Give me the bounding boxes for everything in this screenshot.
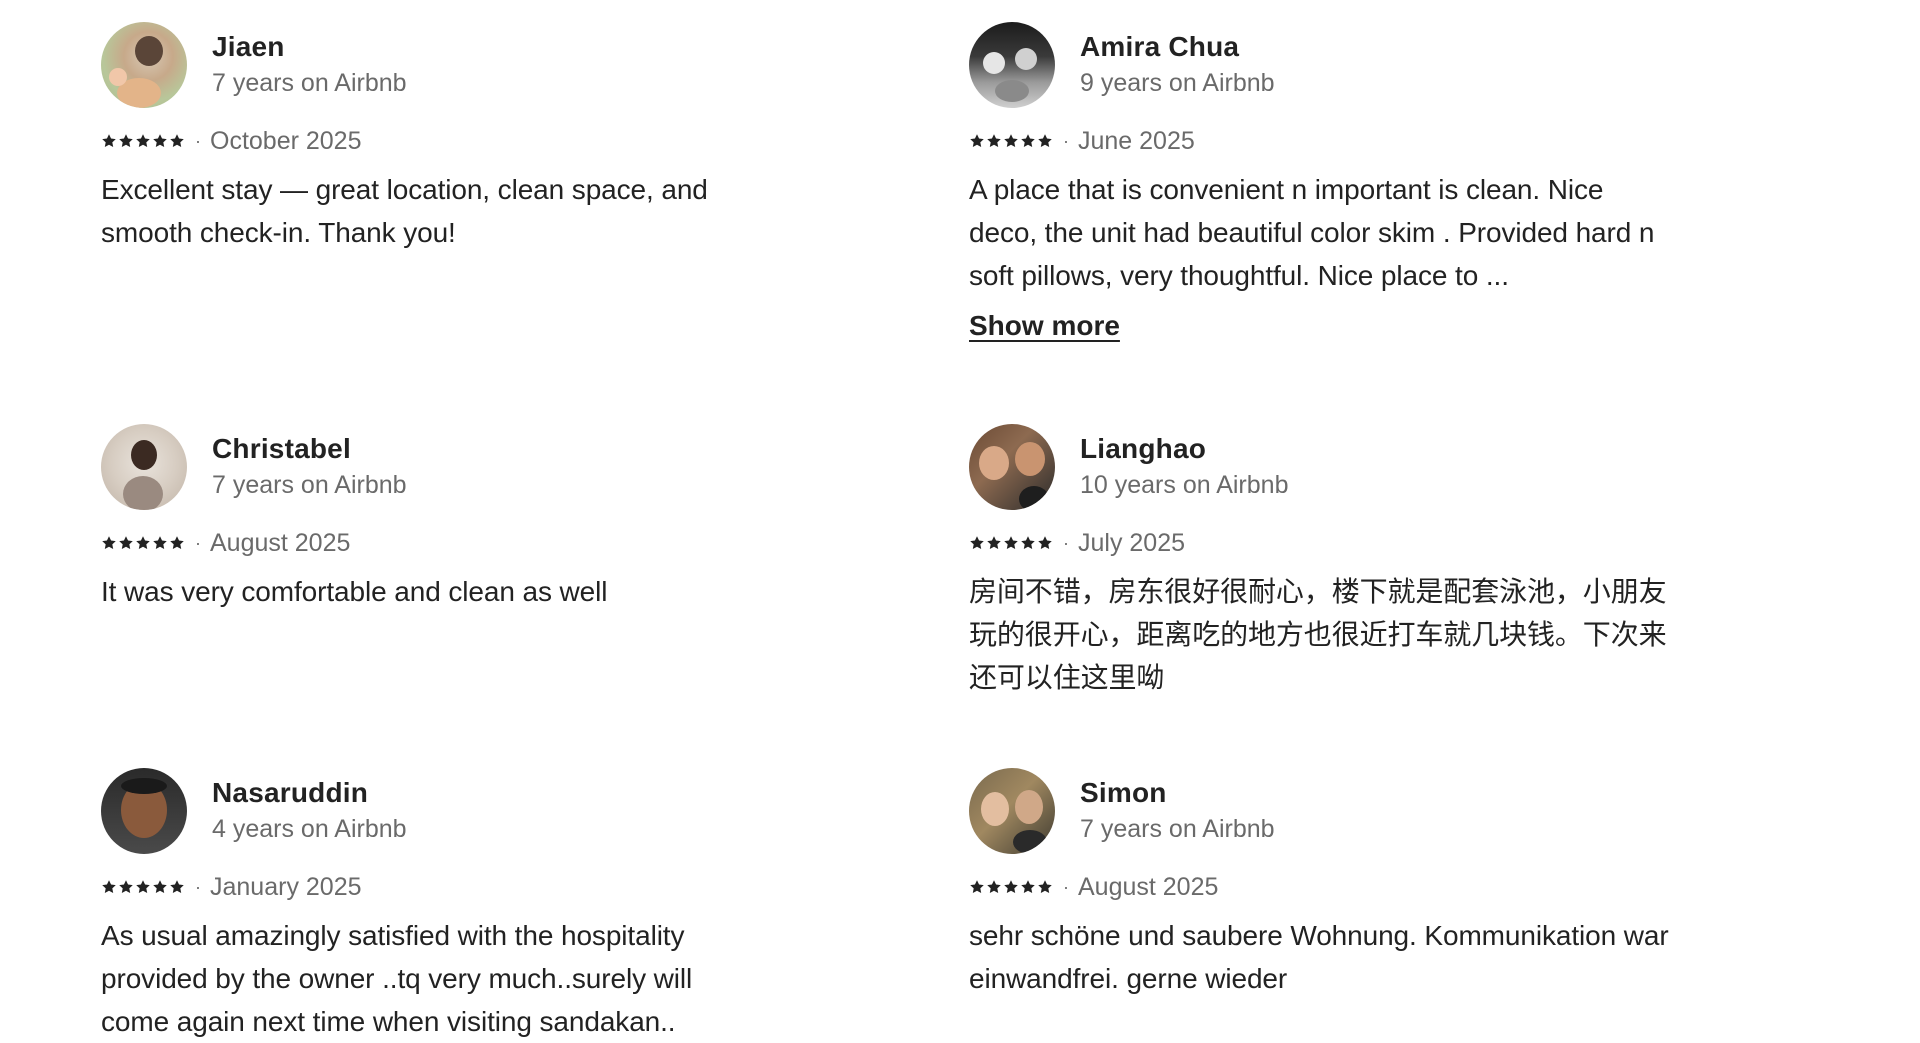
review-header: Christabel 7 years on Airbnb <box>101 424 801 510</box>
avatar[interactable] <box>969 424 1055 510</box>
separator-dot: · <box>195 876 201 897</box>
star-icon <box>1021 134 1035 148</box>
review-date: August 2025 <box>210 528 351 557</box>
review-meta: · July 2025 <box>969 528 1669 558</box>
show-more-button[interactable]: Show more <box>969 310 1120 342</box>
rating-stars <box>101 535 185 551</box>
reviewer-name[interactable]: Jiaen <box>212 30 407 64</box>
star-icon <box>119 536 133 550</box>
star-icon <box>102 134 116 148</box>
star-icon <box>970 536 984 550</box>
reviewer-tenure: 7 years on Airbnb <box>1080 815 1275 843</box>
star-icon <box>102 880 116 894</box>
reviewer-tenure: 7 years on Airbnb <box>212 471 407 499</box>
review-meta: · October 2025 <box>101 126 801 156</box>
review-card: Nasaruddin 4 years on Airbnb · January 2… <box>101 768 801 1043</box>
reviewer-name[interactable]: Simon <box>1080 776 1275 810</box>
star-icon <box>153 880 167 894</box>
reviewer-tenure: 9 years on Airbnb <box>1080 69 1275 97</box>
avatar[interactable] <box>969 768 1055 854</box>
star-icon <box>1038 880 1052 894</box>
rating-stars <box>969 133 1053 149</box>
star-icon <box>987 880 1001 894</box>
reviewer-info: Simon 7 years on Airbnb <box>1080 776 1275 846</box>
star-icon <box>170 880 184 894</box>
review-text: As usual amazingly satisfied with the ho… <box>101 920 693 1037</box>
star-icon <box>170 134 184 148</box>
star-icon <box>102 536 116 550</box>
review-header: Simon 7 years on Airbnb <box>969 768 1669 854</box>
rating-stars <box>101 879 185 895</box>
star-icon <box>170 536 184 550</box>
review-text: It was very comfortable and clean as wel… <box>101 576 608 607</box>
review-header: Jiaen 7 years on Airbnb <box>101 22 801 108</box>
review-card: Christabel 7 years on Airbnb · August 20… <box>101 424 801 613</box>
reviewer-info: Christabel 7 years on Airbnb <box>212 432 407 502</box>
review-card: Jiaen 7 years on Airbnb · October 2025 E… <box>101 22 801 254</box>
review-header: Amira Chua 9 years on Airbnb <box>969 22 1669 108</box>
reviewer-tenure: 10 years on Airbnb <box>1080 471 1289 499</box>
separator-dot: · <box>195 130 201 151</box>
star-icon <box>153 536 167 550</box>
reviewer-name[interactable]: Nasaruddin <box>212 776 407 810</box>
star-icon <box>970 880 984 894</box>
star-icon <box>1021 536 1035 550</box>
star-icon <box>1004 134 1018 148</box>
review-date: July 2025 <box>1078 528 1186 557</box>
separator-dot: · <box>1063 876 1069 897</box>
reviewer-tenure: 4 years on Airbnb <box>212 815 407 843</box>
star-icon <box>153 134 167 148</box>
review-card: Lianghao 10 years on Airbnb · July 2025 … <box>969 424 1669 699</box>
reviewer-name[interactable]: Amira Chua <box>1080 30 1275 64</box>
review-meta: · January 2025 <box>101 872 801 902</box>
reviewer-name[interactable]: Lianghao <box>1080 432 1288 466</box>
review-text: sehr schöne und saubere Wohnung. Kommuni… <box>969 920 1669 994</box>
star-icon <box>119 134 133 148</box>
avatar[interactable] <box>969 22 1055 108</box>
review-date: August 2025 <box>1078 872 1219 901</box>
rating-stars <box>101 133 185 149</box>
reviewer-info: Amira Chua 9 years on Airbnb <box>1080 30 1275 100</box>
review-date: October 2025 <box>210 126 362 155</box>
review-card: Amira Chua 9 years on Airbnb · June 2025… <box>969 22 1669 342</box>
star-icon <box>970 134 984 148</box>
review-meta: · June 2025 <box>969 126 1669 156</box>
star-icon <box>1021 880 1035 894</box>
star-icon <box>1004 536 1018 550</box>
star-icon <box>1038 536 1052 550</box>
star-icon <box>136 880 150 894</box>
reviewer-info: Jiaen 7 years on Airbnb <box>212 30 407 100</box>
review-text: A place that is convenient n important i… <box>969 174 1655 291</box>
rating-stars <box>969 535 1053 551</box>
separator-dot: · <box>195 532 201 553</box>
review-text: 房间不错，房东很好很耐心，楼下就是配套泳池，小朋友玩的很开心，距离吃的地方也很近… <box>969 576 1667 693</box>
star-icon <box>1038 134 1052 148</box>
star-icon <box>136 134 150 148</box>
reviewer-info: Nasaruddin 4 years on Airbnb <box>212 776 407 846</box>
avatar[interactable] <box>101 22 187 108</box>
reviewer-info: Lianghao 10 years on Airbnb <box>1080 432 1288 502</box>
separator-dot: · <box>1063 532 1069 553</box>
review-date: January 2025 <box>210 872 362 901</box>
rating-stars <box>969 879 1053 895</box>
star-icon <box>987 536 1001 550</box>
reviewer-tenure: 7 years on Airbnb <box>212 69 407 97</box>
star-icon <box>1004 880 1018 894</box>
separator-dot: · <box>1063 130 1069 151</box>
avatar[interactable] <box>101 768 187 854</box>
reviewer-name[interactable]: Christabel <box>212 432 407 466</box>
avatar[interactable] <box>101 424 187 510</box>
review-header: Lianghao 10 years on Airbnb <box>969 424 1669 510</box>
review-meta: · August 2025 <box>101 528 801 558</box>
review-meta: · August 2025 <box>969 872 1669 902</box>
review-card: Simon 7 years on Airbnb · August 2025 se… <box>969 768 1669 1000</box>
review-date: June 2025 <box>1078 126 1195 155</box>
star-icon <box>136 536 150 550</box>
review-text: Excellent stay — great location, clean s… <box>101 174 708 248</box>
star-icon <box>119 880 133 894</box>
star-icon <box>987 134 1001 148</box>
review-header: Nasaruddin 4 years on Airbnb <box>101 768 801 854</box>
